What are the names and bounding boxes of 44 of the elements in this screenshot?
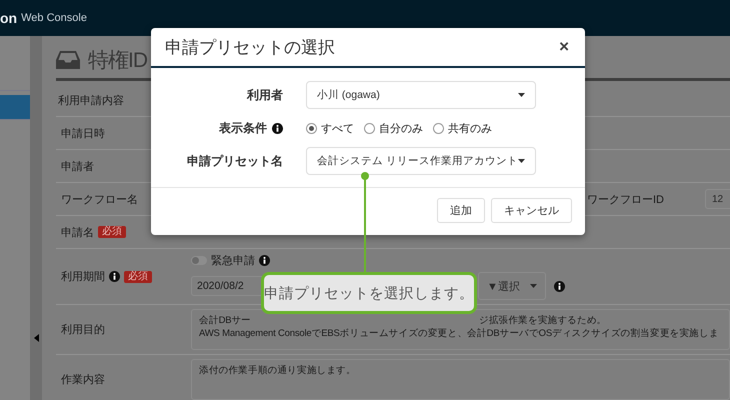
required-badge: 必須 bbox=[98, 226, 126, 238]
text-line: ジ拡張作業を実施するため。 bbox=[479, 314, 606, 327]
field-label: 申請プリセット名 bbox=[187, 152, 283, 170]
toggle-switch[interactable] bbox=[191, 256, 207, 265]
add-button[interactable]: 追加 bbox=[437, 198, 485, 223]
close-button[interactable]: × bbox=[555, 37, 573, 57]
caret-icon bbox=[518, 93, 525, 97]
select-field[interactable]: 会計システム リリース作業用アカウント bbox=[306, 147, 536, 175]
text-line: AWS Management ConsoleでEBSボリュームサイズの変更と、会計DBサーバでOSディスクサイズの割当変更を実施しま bbox=[199, 327, 719, 340]
text-line: 添付の作業手順の通り実施します。 bbox=[199, 364, 356, 377]
field-label: 作業内容 bbox=[61, 372, 105, 387]
field-label: 利用者 bbox=[247, 86, 283, 104]
field-label: 申請者 bbox=[61, 160, 94, 174]
radio-label: 共有のみ bbox=[448, 122, 492, 136]
radio-label: すべて bbox=[321, 122, 354, 136]
select-button[interactable]: ▼選択 bbox=[478, 272, 546, 300]
radio-button[interactable] bbox=[364, 122, 375, 134]
field-label: 利用目的 bbox=[61, 323, 105, 337]
radio-button[interactable] bbox=[433, 122, 444, 134]
caret-icon bbox=[518, 159, 525, 163]
field-label: 利用期間 bbox=[61, 270, 105, 284]
cancel-button[interactable]: キャンセル bbox=[491, 198, 572, 223]
sidebar-item[interactable] bbox=[0, 95, 30, 120]
guide-tooltip: 申請プリセットを選択します。 bbox=[261, 272, 477, 314]
product-name: Web Console bbox=[21, 12, 87, 24]
inbox-icon bbox=[56, 51, 80, 69]
field-label: 表示条件 bbox=[219, 120, 267, 136]
text-area[interactable]: 添付の作業手順の通り実施します。 bbox=[191, 359, 730, 400]
field-label: 申請日時 bbox=[61, 126, 105, 140]
radio-button[interactable] bbox=[306, 122, 317, 134]
field-label: ワークフローID bbox=[587, 192, 664, 206]
select-field[interactable]: 小川 (ogawa) bbox=[306, 81, 536, 109]
collapse-arrow-icon[interactable] bbox=[34, 334, 38, 342]
logo-text: on bbox=[0, 10, 18, 26]
radio-label: 自分のみ bbox=[379, 122, 423, 136]
text-line: 会計DBサー bbox=[199, 314, 252, 327]
caret-icon bbox=[530, 284, 537, 288]
page-title: 特権ID bbox=[88, 48, 147, 74]
field-label: 申請名 bbox=[61, 226, 94, 240]
dialog-title: 申請プリセットの選択 bbox=[165, 36, 335, 58]
workflow-id-field[interactable]: 12 bbox=[705, 189, 730, 209]
required-badge: 必須 bbox=[124, 270, 152, 282]
toggle-label: 緊急申請 bbox=[211, 254, 255, 268]
field-label: ワークフロー名 bbox=[61, 192, 138, 206]
